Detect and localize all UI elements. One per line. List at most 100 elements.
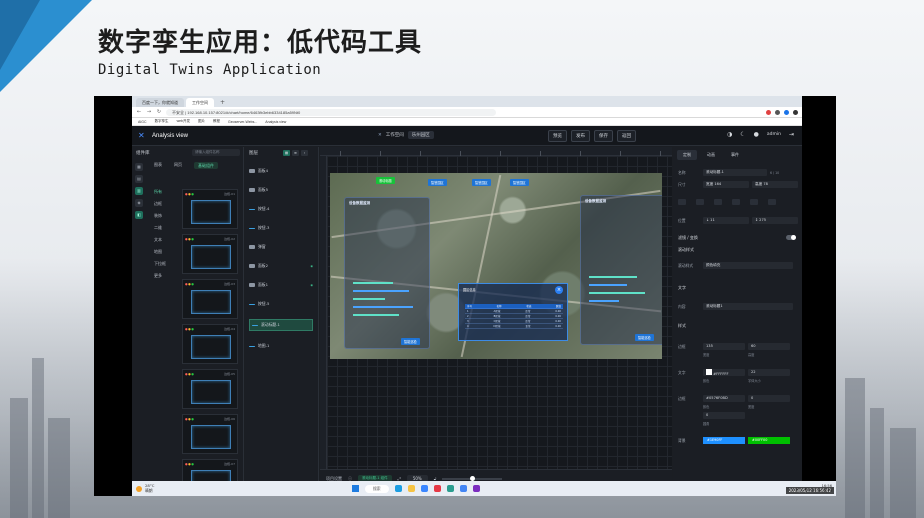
collapse-icon[interactable]: ‹ [301, 150, 308, 156]
app-icon[interactable] [472, 485, 480, 492]
publish-button[interactable]: 发布 [571, 130, 590, 142]
bar-chart-icon[interactable]: ▥ [135, 187, 143, 195]
bookmark-item[interactable]: 图片 [198, 119, 205, 124]
component-search-input[interactable]: 请输入组件名称 [192, 149, 240, 156]
windows-start-icon[interactable] [352, 485, 359, 492]
url-input[interactable]: 不安全 | 192.168.10.157:8021/#/chart/home/6… [166, 108, 496, 116]
subcategory-item[interactable]: 二维 [154, 225, 166, 231]
subcategory-item[interactable]: 文本 [154, 237, 166, 243]
content-input[interactable]: 滚动标题1 [703, 303, 793, 310]
background-color-1[interactable]: #1E90FF [703, 437, 745, 444]
scroll-section-title[interactable]: 滚动样式 [678, 247, 694, 253]
align-center-icon[interactable] [696, 199, 704, 205]
layer-item[interactable]: 按钮-4 [249, 205, 313, 213]
filter-section-title[interactable]: 滤镜 / 变换 [678, 235, 698, 241]
map-nav-button[interactable]: 智慧园区 [510, 179, 529, 186]
component-card[interactable]: ●●● 边框-05 [182, 369, 238, 409]
save-button[interactable]: 保存 [594, 130, 613, 142]
chart-icon[interactable]: ▦ [135, 163, 143, 171]
layer-item[interactable]: 按钮-3 [249, 224, 313, 232]
list-view-icon[interactable]: ≡ [292, 150, 299, 156]
name-input[interactable]: 滚动标题-1 [703, 169, 767, 176]
align-right-icon[interactable] [714, 199, 722, 205]
bookmark-item[interactable]: web开发 [177, 119, 190, 124]
width-input[interactable]: 宽度 164 [703, 181, 749, 188]
text-section-title[interactable]: 文字 [678, 285, 686, 291]
extension-icon[interactable] [784, 109, 789, 115]
layer-item-selected[interactable]: 滚动标题-1 [249, 319, 313, 331]
subcategory-item[interactable]: 装饰 [154, 213, 166, 219]
layer-item[interactable]: 按钮-5 [249, 300, 313, 308]
position-y-input[interactable]: ↕ 275 [752, 217, 798, 224]
extension-icon[interactable] [766, 109, 771, 115]
tab-events[interactable]: 事件 [725, 150, 745, 160]
close-icon[interactable]: × [555, 286, 563, 294]
profile-icon[interactable] [793, 109, 798, 115]
extension-icon[interactable] [775, 109, 780, 115]
moon-icon[interactable]: ☾ [740, 131, 745, 138]
breadcrumb-project[interactable]: 乐州园区 [407, 131, 434, 139]
component-card[interactable]: ●●● 边框-02 [182, 234, 238, 274]
style-section-title[interactable]: 样式 [678, 323, 686, 329]
browser-tab-active[interactable]: 工作空间 [186, 98, 214, 107]
border-height-input[interactable]: 60 [748, 343, 790, 350]
map-nav-button[interactable]: 智慧园区 [428, 179, 447, 186]
map-title-button[interactable]: 滚动标题 [376, 177, 395, 184]
username[interactable]: admin [767, 132, 781, 137]
avatar-icon[interactable]: ● [754, 131, 759, 138]
app-icon[interactable] [433, 485, 441, 492]
visibility-icon[interactable]: ◉ [310, 264, 313, 268]
right-data-panel[interactable]: 设备数据监测 智能巡检 [580, 195, 662, 345]
bookmark-item[interactable]: 数字孪生 [155, 119, 169, 124]
subcategory-item[interactable]: 边框 [154, 201, 166, 207]
layer-item[interactable]: 弹窗 [249, 243, 313, 251]
scroll-type-select[interactable]: 颜色填充 [703, 262, 793, 269]
page-icon[interactable]: ▤ [135, 175, 143, 183]
component-card[interactable]: ●●● 边框-01 [182, 189, 238, 229]
breadcrumb-workspace[interactable]: 工作空间 [386, 132, 404, 138]
border-color-input[interactable]: #0576F0BD [703, 395, 745, 402]
background-color-2[interactable]: #00FF00 [748, 437, 790, 444]
subcategory-item[interactable]: 更多 [154, 273, 166, 279]
folder-icon[interactable] [407, 485, 415, 492]
inspection-button[interactable]: 智能巡检 [635, 334, 654, 341]
back-button[interactable]: 返回 [617, 130, 636, 142]
align-left-icon[interactable] [678, 199, 686, 205]
layer-item[interactable]: 地图-1 [249, 342, 313, 350]
bookmark-item[interactable]: Geoserver-Webs... [228, 120, 257, 124]
theme-icon[interactable]: ◑ [727, 131, 732, 138]
subcategory-item[interactable]: 地图 [154, 249, 166, 255]
align-middle-icon[interactable] [750, 199, 758, 205]
popup-table-panel[interactable]: 园区信息 × 序号 名称 状态 数值 1 A区域 正常 0.00 2 B区域 正… [458, 283, 568, 341]
layer-item[interactable]: 面板2 ◉ [249, 262, 313, 270]
align-top-icon[interactable] [732, 199, 740, 205]
position-x-input[interactable]: ↓ 11 [703, 217, 749, 224]
radius-input[interactable]: 0 [703, 412, 745, 419]
map-nav-button[interactable]: 智慧园区 [472, 179, 491, 186]
layer-item[interactable]: 面板4 [249, 167, 313, 175]
browser-tab[interactable]: 百度一下，你就知道 [136, 98, 184, 107]
component-card[interactable]: ●●● 边框-03 [182, 279, 238, 319]
weather-widget[interactable]: 28°C 晴朗 [136, 483, 154, 493]
back-icon[interactable]: ← [136, 109, 142, 115]
table-row[interactable]: 4 D区域 正常 0.00 [465, 324, 563, 329]
visibility-icon[interactable]: ◉ [310, 283, 313, 287]
map-canvas[interactable]: 滚动标题 智慧园区 智慧园区 智慧园区 设备数据监测 智能巡检 设备数据监测 智… [330, 173, 662, 359]
text-color-input[interactable]: #FFFFFF [703, 369, 745, 376]
taskbar-search[interactable]: 搜索 [365, 484, 389, 493]
border-width-input[interactable]: 135 [703, 343, 745, 350]
category-web[interactable]: 网页 [174, 162, 182, 169]
category-chart[interactable]: 图表 [154, 162, 162, 169]
bookmark-item[interactable]: Analysis view [265, 120, 286, 124]
zoom-slider[interactable] [442, 475, 503, 481]
layer-item[interactable]: 面板5 [249, 186, 313, 194]
subcategory-item[interactable]: 下拉框 [154, 261, 166, 267]
subcategory-item[interactable]: 所有 [154, 189, 166, 195]
forward-icon[interactable]: → [146, 109, 152, 115]
bookmark-item[interactable]: AIGC [138, 120, 147, 124]
border-width-stroke-input[interactable]: 0 [748, 395, 790, 402]
left-data-panel[interactable]: 设备数据监测 智能巡检 [344, 197, 430, 349]
preview-button[interactable]: 预览 [548, 130, 567, 142]
map-icon[interactable]: ◈ [135, 199, 143, 207]
component-card[interactable]: ●●● 边框-06 [182, 414, 238, 454]
